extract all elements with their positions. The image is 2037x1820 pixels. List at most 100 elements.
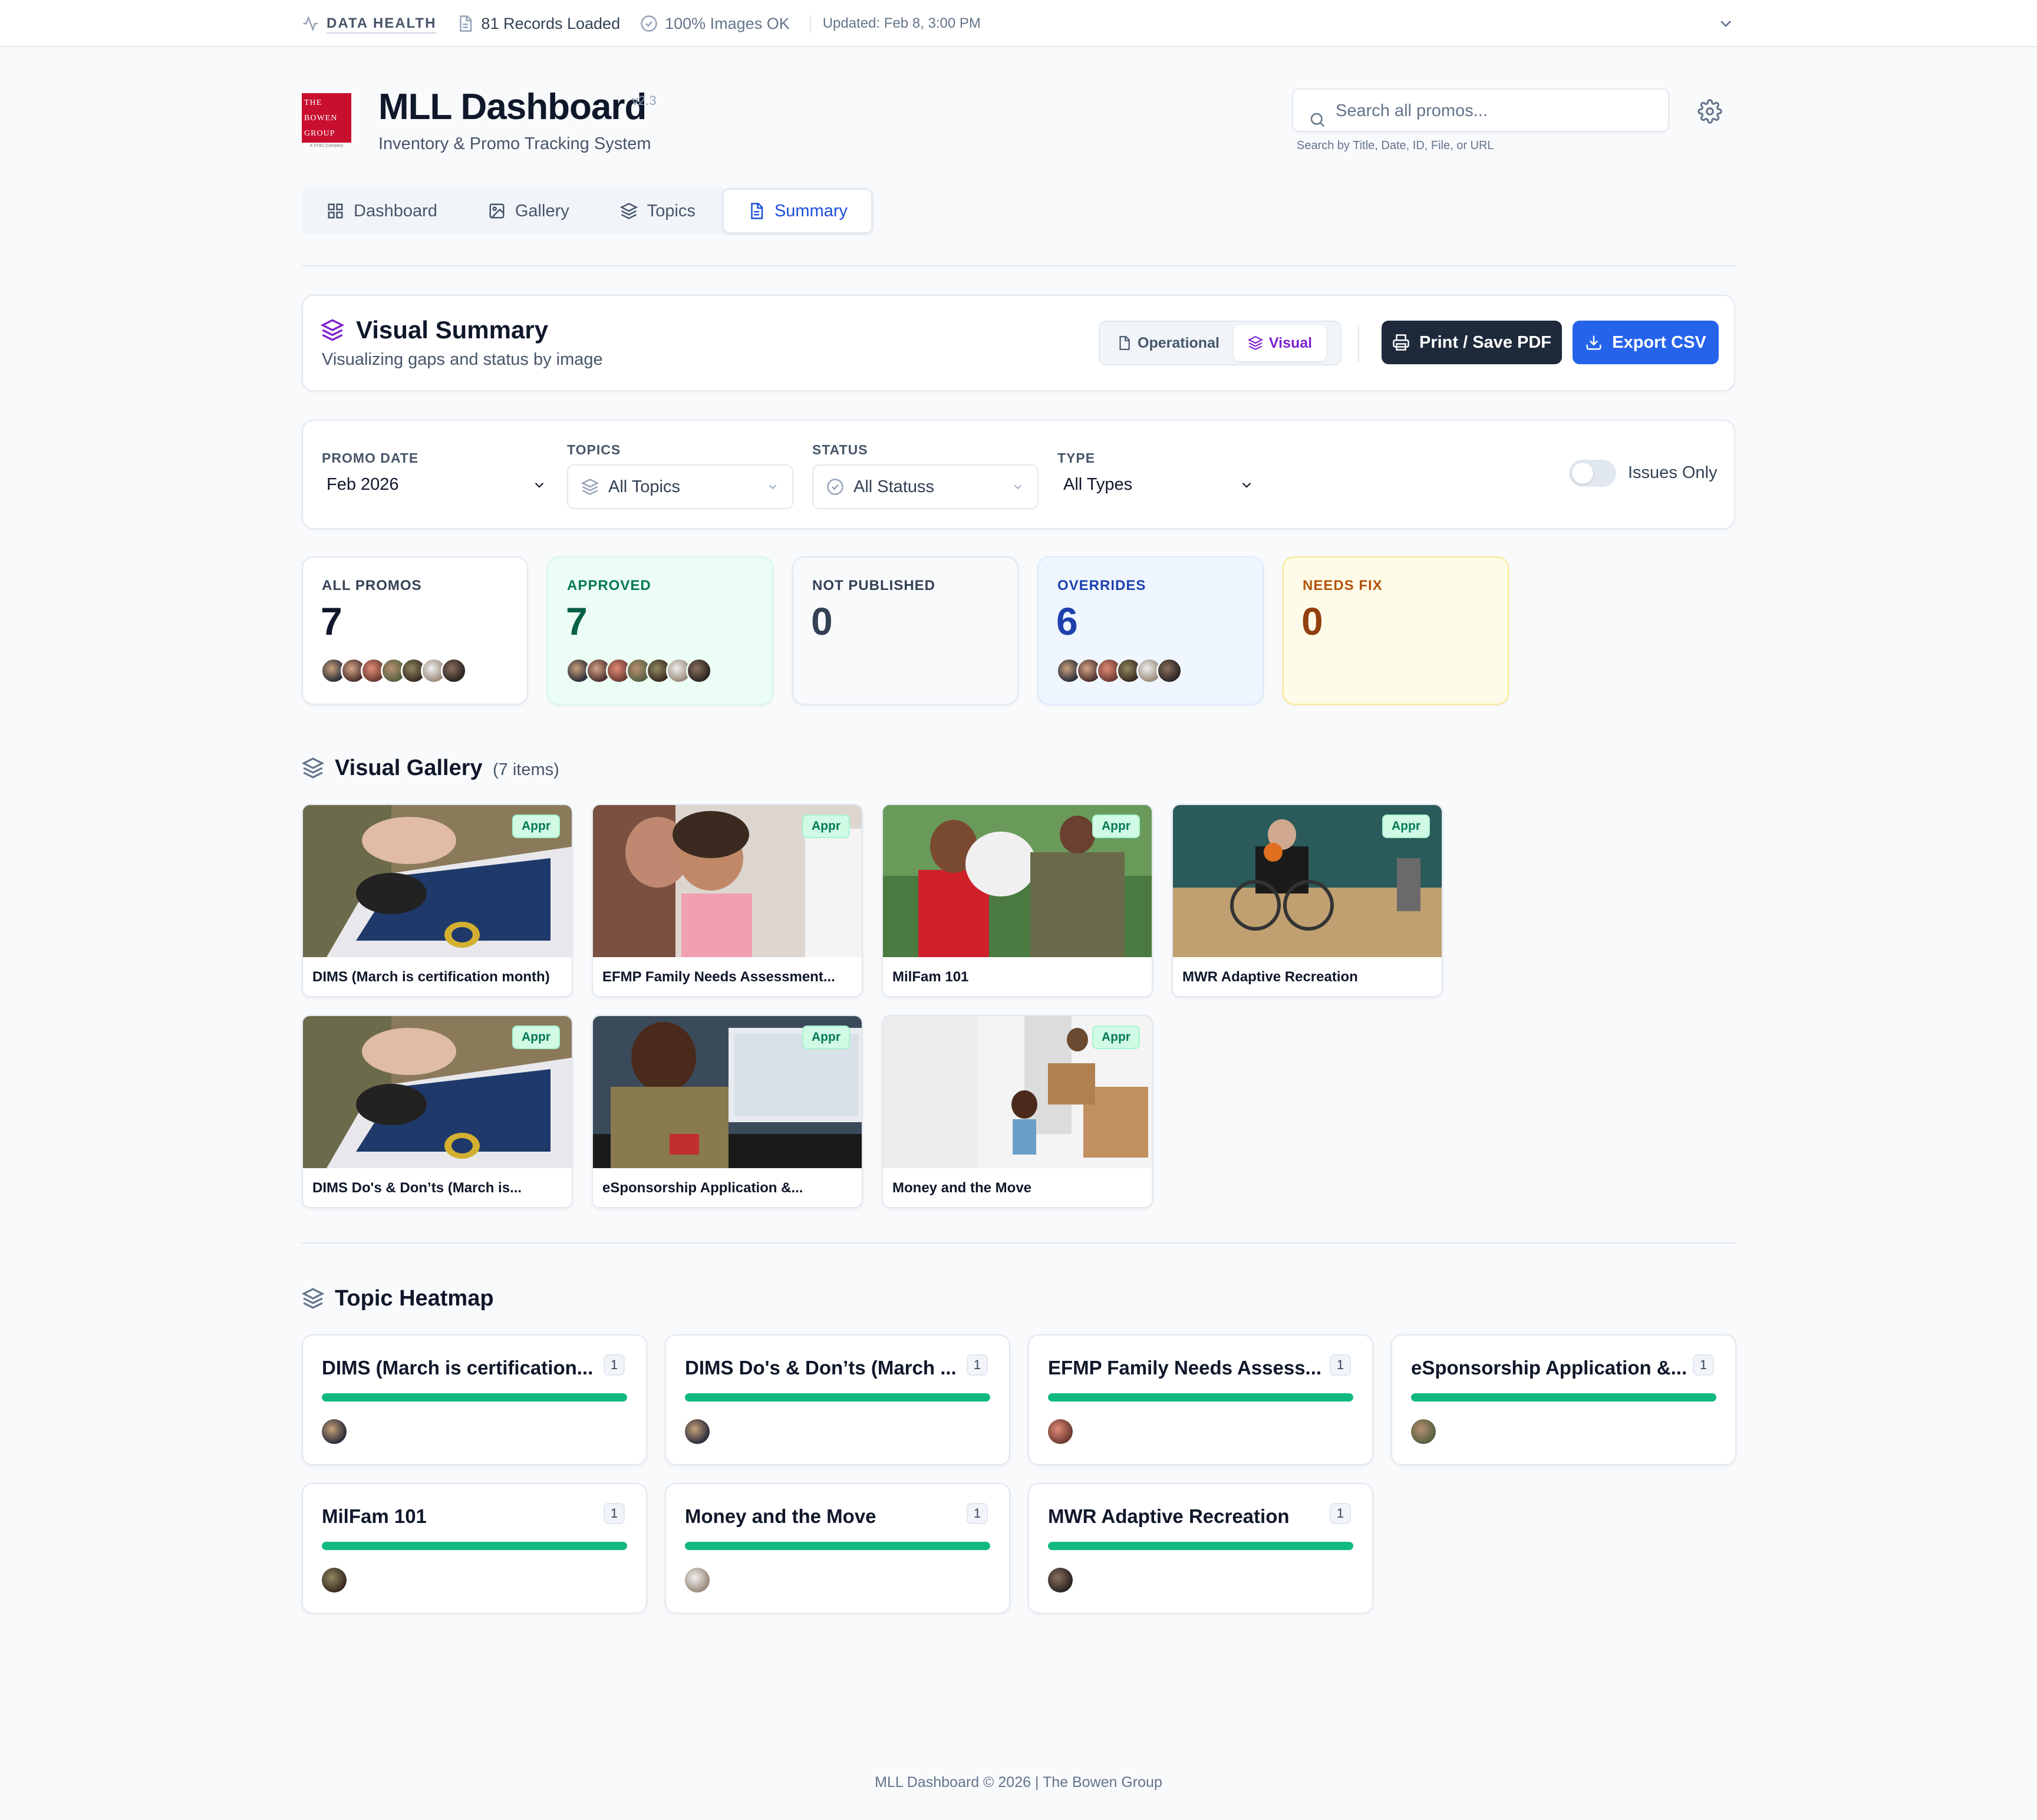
visual-summary-panel: Visual Summary Visualizing gaps and stat… [302, 295, 1735, 391]
status-badge: Appr [512, 815, 560, 838]
export-csv-button[interactable]: Export CSV [1573, 321, 1719, 364]
search-input[interactable] [1336, 97, 1654, 125]
tab-summary[interactable]: Summary [722, 189, 873, 233]
stat-label: NOT PUBLISHED [812, 578, 936, 594]
thumbnail [685, 1419, 710, 1444]
issues-only-toggle[interactable] [1569, 460, 1616, 487]
images-ok-label: 100% Images OK [665, 14, 790, 32]
count-badge: 1 [967, 1503, 988, 1524]
gallery-card[interactable]: Appr Money and the Move [882, 1015, 1153, 1208]
heatmap-topic-title: DIMS Do's & Don’ts (March ... [685, 1357, 957, 1379]
heatmap-bar [322, 1393, 627, 1402]
stat-value: 0 [811, 599, 833, 643]
stat-label: ALL PROMOS [322, 578, 422, 594]
stat-value: 0 [1301, 599, 1323, 643]
heatmap-topic-title: eSponsorship Application &... [1411, 1357, 1687, 1379]
app-title: MLL Dashboard [378, 87, 647, 127]
status-badge: Appr [512, 1026, 560, 1049]
tab-gallery[interactable]: Gallery [464, 189, 593, 233]
gear-icon[interactable] [1698, 99, 1722, 124]
status-label: STATUS [812, 442, 868, 457]
heatmap-card[interactable]: MilFam 101 1 [302, 1483, 647, 1614]
heatmap-bar-fill [1048, 1393, 1353, 1402]
status-badge: Appr [802, 1026, 850, 1049]
promo-date-label: PROMO DATE [322, 450, 419, 466]
data-health-indicator[interactable]: DATA HEALTH [302, 15, 436, 32]
thumbnail [1048, 1419, 1073, 1444]
download-icon [1586, 335, 1601, 350]
count-badge: 1 [1330, 1354, 1351, 1376]
stat-card-approved[interactable]: APPROVED 7 [547, 556, 773, 705]
gallery-title: Visual Gallery [335, 756, 483, 780]
topics-select[interactable]: All Topics [567, 464, 793, 509]
divider [809, 15, 811, 32]
images-status: 100% Images OK [640, 15, 790, 33]
layers-icon [1247, 335, 1263, 351]
heatmap-bar-fill [685, 1542, 990, 1550]
heatmap-topic-title: MilFam 101 [322, 1505, 427, 1527]
heatmap-card[interactable]: eSponsorship Application &... 1 [1391, 1334, 1736, 1465]
status-badge: Appr [802, 815, 850, 838]
stat-card-needs-fix[interactable]: NEEDS FIX 0 [1283, 556, 1509, 705]
status-select[interactable]: All Statuss [812, 464, 1039, 509]
count-badge: 1 [604, 1354, 625, 1376]
heatmap-bar [322, 1542, 627, 1550]
stat-value: 7 [566, 599, 588, 643]
gallery-card[interactable]: Appr MWR Adaptive Recreation [1172, 804, 1443, 997]
stat-label: APPROVED [567, 578, 651, 594]
layers-icon [302, 1288, 324, 1309]
thumbnail [685, 1568, 710, 1592]
heatmap-card[interactable]: MWR Adaptive Recreation 1 [1028, 1483, 1373, 1614]
stat-label: OVERRIDES [1057, 578, 1146, 594]
mode-visual-button[interactable]: Visual [1233, 325, 1327, 361]
heatmap-title: Topic Heatmap [335, 1286, 494, 1311]
updated-timestamp: Updated: Feb 8, 3:00 PM [822, 15, 981, 31]
heatmap-bar [1048, 1393, 1353, 1402]
thumbnail [441, 658, 467, 684]
gallery-caption: MilFam 101 [892, 969, 969, 985]
thumbnail [1411, 1419, 1436, 1444]
stat-card-overrides[interactable]: OVERRIDES 6 [1037, 556, 1264, 705]
grid-icon [328, 203, 343, 219]
heatmap-bar-fill [1411, 1393, 1716, 1402]
gallery-card[interactable]: Appr eSponsorship Application &... [592, 1015, 863, 1208]
print-pdf-button[interactable]: Print / Save PDF [1382, 321, 1562, 364]
stat-thumbnails [1056, 658, 1182, 684]
heatmap-topic-title: Money and the Move [685, 1505, 876, 1527]
heatmap-card[interactable]: EFMP Family Needs Assess... 1 [1028, 1334, 1373, 1465]
gallery-card[interactable]: Appr MilFam 101 [882, 804, 1153, 997]
count-badge: 1 [967, 1354, 988, 1376]
heatmap-card[interactable]: DIMS (March is certification... 1 [302, 1334, 647, 1465]
stat-value: 7 [321, 599, 342, 643]
stat-value: 6 [1056, 599, 1078, 643]
layers-icon [302, 757, 324, 779]
gallery-card[interactable]: Appr DIMS (March is certification month) [302, 804, 573, 997]
count-badge: 1 [1693, 1354, 1714, 1376]
type-select[interactable]: All Types [1063, 475, 1254, 494]
heatmap-bar [685, 1393, 990, 1402]
gallery-count: (7 items) [493, 760, 559, 779]
check-circle-icon [827, 479, 843, 495]
stat-thumbnails [321, 658, 467, 684]
tab-dashboard[interactable]: Dashboard [303, 189, 461, 233]
chevron-down-icon[interactable] [1716, 14, 1735, 33]
filters-panel: PROMO DATE Feb 2026 TOPICS All Topics ST… [302, 420, 1735, 529]
promo-date-select[interactable]: Feb 2026 [327, 475, 547, 494]
heatmap-bar [1048, 1542, 1353, 1550]
printer-icon [1393, 334, 1409, 351]
activity-icon [303, 15, 318, 32]
search-box [1292, 88, 1669, 132]
tab-topics[interactable]: Topics [596, 189, 719, 233]
gallery-card[interactable]: Appr DIMS Do's & Don’ts (March is... [302, 1015, 573, 1208]
topics-label: TOPICS [567, 442, 621, 457]
mode-operational-button[interactable]: Operational [1102, 325, 1234, 361]
heatmap-topic-title: DIMS (March is certification... [322, 1357, 594, 1379]
heatmap-card[interactable]: DIMS Do's & Don’ts (March ... 1 [665, 1334, 1010, 1465]
thumbnail [1048, 1568, 1073, 1592]
stat-card-all-promos[interactable]: ALL PROMOS 7 [302, 556, 528, 705]
gallery-caption: eSponsorship Application &... [602, 1180, 803, 1196]
gallery-card[interactable]: Appr EFMP Family Needs Assessment... [592, 804, 863, 997]
stat-card-not-published[interactable]: NOT PUBLISHED 0 [792, 556, 1018, 705]
heatmap-card[interactable]: Money and the Move 1 [665, 1483, 1010, 1614]
heatmap-bar-fill [322, 1393, 627, 1402]
